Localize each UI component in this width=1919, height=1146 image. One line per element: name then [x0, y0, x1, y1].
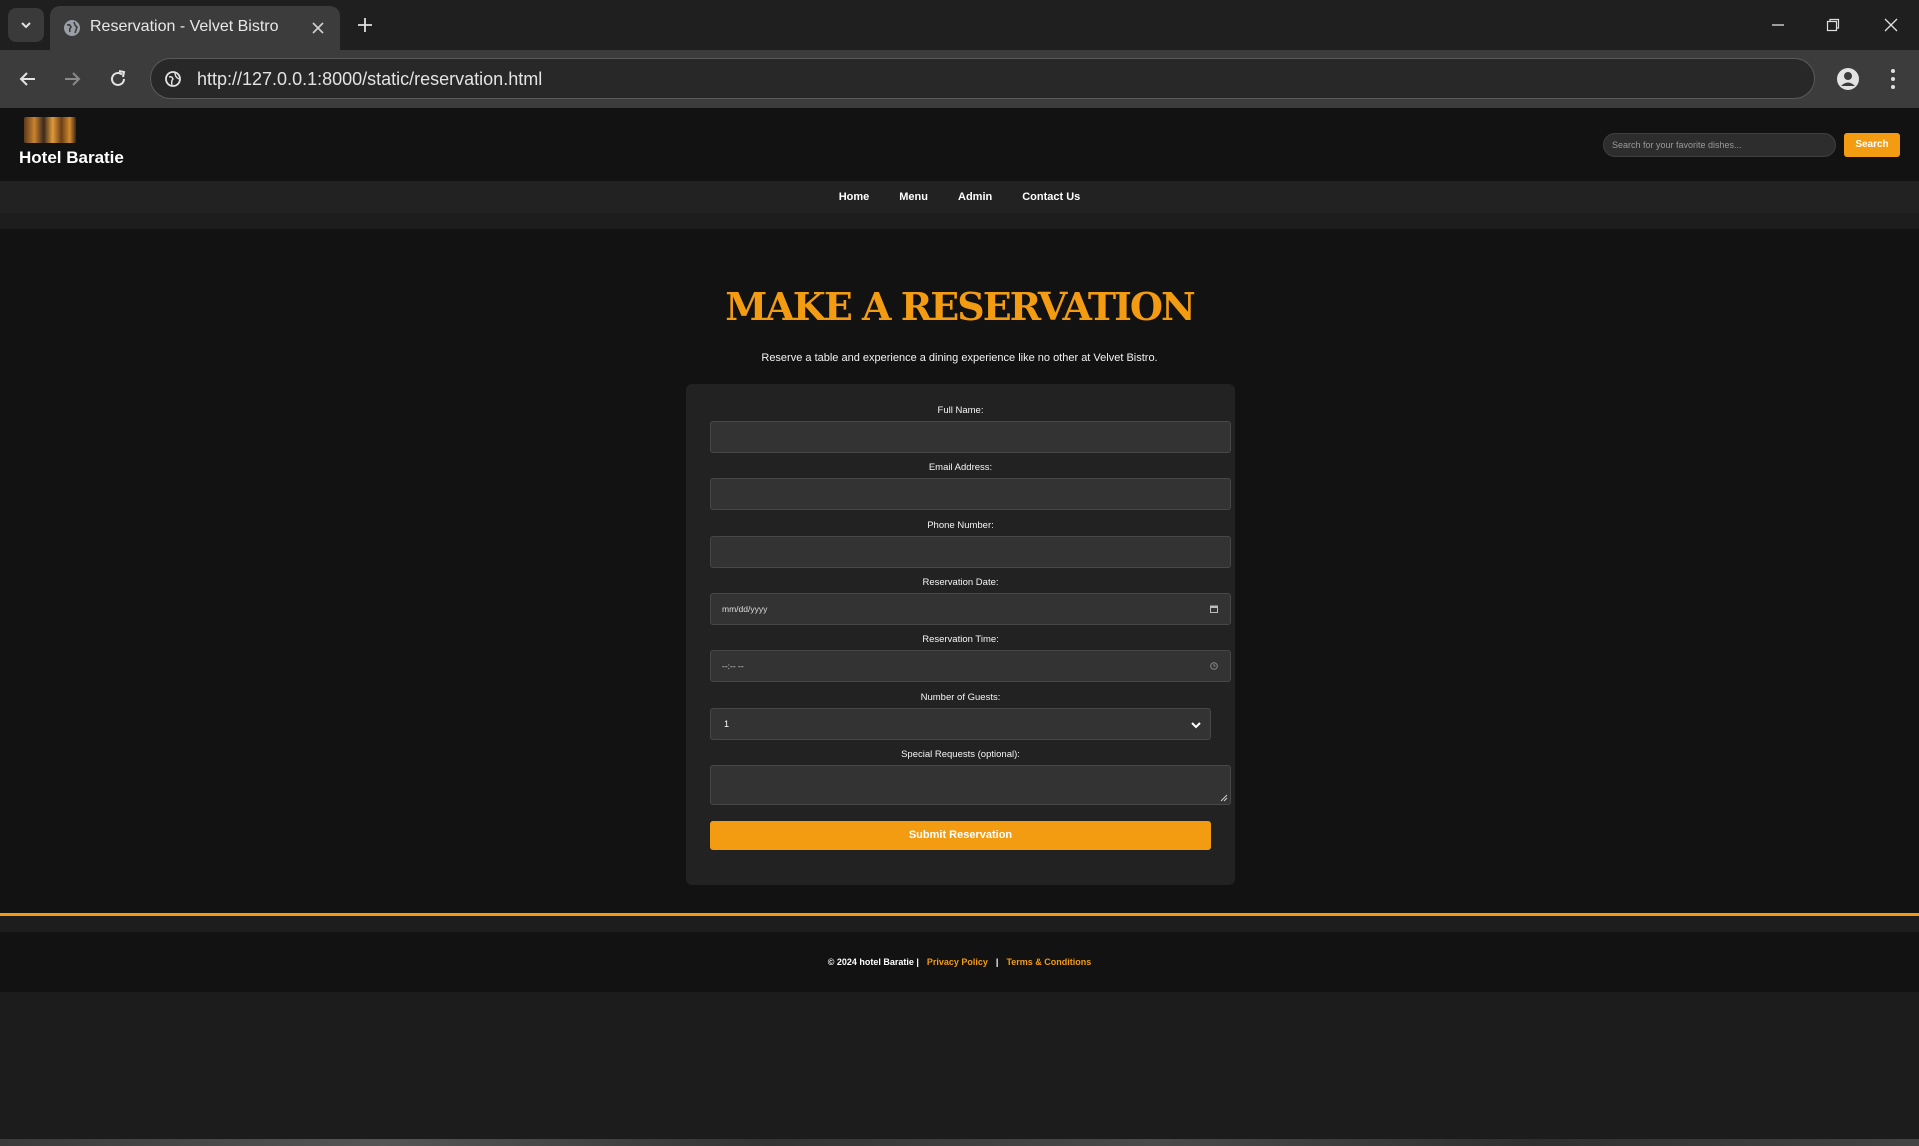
submit-reservation-button[interactable]: Submit Reservation — [710, 821, 1211, 850]
terms-conditions-link[interactable]: Terms & Conditions — [1006, 957, 1091, 967]
special-requests-label: Special Requests (optional): — [901, 749, 1020, 760]
full-name-label: Full Name: — [937, 405, 984, 416]
page-bottom-edge — [0, 1139, 1919, 1146]
footer-separator: | — [995, 957, 999, 967]
main-navigation: Home Menu Admin Contact Us — [0, 181, 1919, 213]
nav-menu[interactable]: Menu — [899, 191, 928, 203]
browser-toolbar: http://127.0.0.1:8000/static/reservation… — [0, 50, 1919, 108]
profile-icon[interactable] — [1833, 64, 1863, 94]
page-title: MAKE A RESERVATION — [725, 284, 1195, 329]
email-label: Email Address: — [928, 462, 993, 473]
clock-icon[interactable] — [1210, 662, 1218, 670]
web-page: Hotel Baratie Search for your favorite d… — [0, 108, 1919, 1146]
minimize-icon[interactable] — [1763, 10, 1793, 40]
time-field[interactable]: --:-- -- — [710, 650, 1231, 682]
close-tab-icon[interactable] — [308, 18, 328, 38]
special-requests-field[interactable] — [710, 765, 1231, 805]
guests-select[interactable]: 1 — [710, 708, 1211, 740]
nav-admin[interactable]: Admin — [958, 191, 992, 203]
phone-label: Phone Number: — [927, 520, 994, 531]
logo-image[interactable] — [24, 117, 76, 143]
dish-search-input[interactable]: Search for your favorite dishes... — [1603, 133, 1836, 157]
site-info-icon[interactable] — [163, 69, 183, 89]
reload-icon[interactable] — [104, 65, 132, 93]
full-name-field[interactable] — [710, 421, 1231, 453]
phone-field[interactable] — [710, 536, 1231, 568]
page-subtitle: Reserve a table and experience a dining … — [761, 352, 1158, 364]
time-label: Reservation Time: — [922, 634, 999, 645]
nav-spacer — [0, 213, 1919, 229]
more-menu-icon[interactable] — [1880, 64, 1906, 94]
guests-selected-value: 1 — [724, 719, 730, 729]
new-tab-icon[interactable] — [352, 12, 378, 38]
back-arrow-icon[interactable] — [14, 65, 42, 93]
time-placeholder: --:-- -- — [722, 661, 744, 671]
date-label: Reservation Date: — [922, 577, 999, 588]
footer-spacer — [0, 916, 1919, 932]
restore-icon[interactable] — [1818, 10, 1848, 40]
forward-arrow-icon[interactable] — [58, 65, 86, 93]
globe-icon — [64, 20, 80, 36]
site-logo-text[interactable]: Hotel Baratie — [19, 148, 124, 168]
browser-tab-active[interactable]: Reservation - Velvet Bistro — [50, 6, 340, 50]
date-field[interactable]: mm/dd/yyyy — [710, 593, 1231, 625]
site-header: Hotel Baratie Search for your favorite d… — [0, 108, 1919, 181]
chevron-down-icon — [21, 22, 31, 29]
calendar-icon[interactable] — [1210, 605, 1218, 613]
nav-home[interactable]: Home — [839, 191, 870, 203]
reservation-form: Full Name: Email Address: Phone Number: … — [686, 384, 1235, 885]
email-field[interactable] — [710, 478, 1231, 510]
site-footer: © 2024 hotel Baratie | Privacy Policy | … — [0, 932, 1919, 992]
nav-contact-us[interactable]: Contact Us — [1022, 191, 1080, 203]
browser-tab-strip: Reservation - Velvet Bistro — [0, 0, 1919, 50]
guests-label: Number of Guests: — [920, 692, 1001, 703]
chevron-down-icon — [1191, 722, 1201, 729]
close-window-icon[interactable] — [1876, 10, 1906, 40]
url-text: http://127.0.0.1:8000/static/reservation… — [197, 69, 543, 89]
tab-search-button[interactable] — [8, 8, 44, 42]
privacy-policy-link[interactable]: Privacy Policy — [927, 957, 988, 967]
date-placeholder: mm/dd/yyyy — [722, 604, 768, 614]
copyright-text: © 2024 hotel Baratie | — [827, 957, 919, 967]
resize-handle-icon[interactable] — [1220, 794, 1228, 802]
tab-title: Reservation - Velvet Bistro — [90, 18, 279, 35]
address-bar[interactable]: http://127.0.0.1:8000/static/reservation… — [150, 58, 1815, 99]
search-button[interactable]: Search — [1844, 133, 1900, 157]
